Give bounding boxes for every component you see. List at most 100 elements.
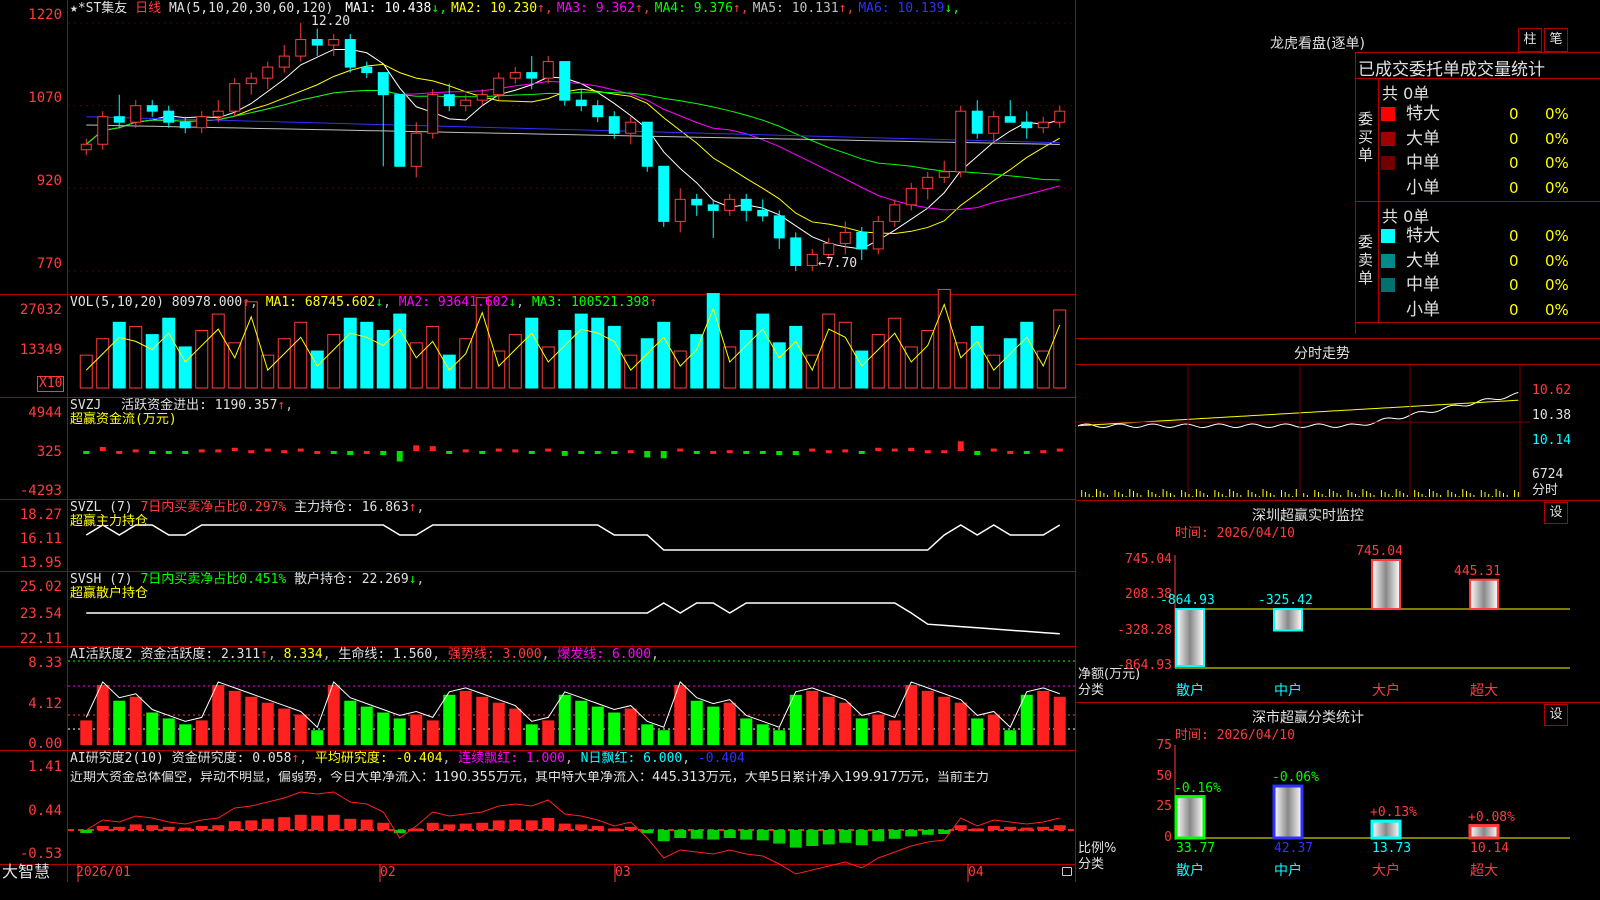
svsh-label2: 散户持仓: 22.269 bbox=[294, 572, 409, 587]
candle-body bbox=[839, 231, 851, 244]
row-name: 特大 bbox=[1406, 226, 1440, 246]
sc-change-label: -0.16% bbox=[1174, 780, 1221, 796]
row-pct: 0% bbox=[1545, 178, 1569, 197]
column-button[interactable]: 柱 bbox=[1518, 28, 1542, 52]
ai2-label3: 连续飘红: 1.000 bbox=[458, 751, 565, 766]
y-tick: 1220 bbox=[28, 7, 62, 23]
ai2-tick: 1.41 bbox=[28, 759, 62, 775]
ai1-label3: 生命线: 1.560 bbox=[338, 647, 433, 662]
svsh-label1: 7日内买卖净占比0.451% bbox=[140, 572, 287, 587]
row-name: 大单 bbox=[1406, 128, 1440, 149]
fundflow-bar bbox=[198, 449, 205, 453]
activity-bar bbox=[360, 706, 373, 745]
sz-settings-button[interactable]: 设 bbox=[1544, 502, 1568, 524]
activity-bar bbox=[311, 730, 324, 745]
ai1-label5: 爆发线: 6.000 bbox=[557, 647, 652, 662]
candle-body bbox=[608, 116, 620, 134]
row-value: 0 bbox=[1509, 105, 1519, 123]
volume-bar bbox=[904, 346, 918, 389]
swatch-sell-rows-2 bbox=[1381, 278, 1395, 292]
row-pct: 0% bbox=[1545, 251, 1569, 270]
svsh-title: SVSH (7) bbox=[70, 572, 133, 587]
volume-bar bbox=[723, 346, 737, 389]
candle-body bbox=[757, 209, 769, 217]
volume-bar bbox=[987, 354, 1001, 389]
research-bar bbox=[245, 820, 258, 830]
research-bar bbox=[278, 817, 291, 830]
ma-value-4: MA4: 9.376 bbox=[654, 1, 733, 16]
activity-bar bbox=[558, 694, 571, 745]
main-header: ★*ST集友 日线 MA(5,10,20,30,60,120) MA1: 10.… bbox=[70, 2, 960, 16]
activity-bar bbox=[954, 702, 967, 745]
research-bar bbox=[476, 822, 489, 830]
research-bar bbox=[674, 830, 687, 838]
research-bar bbox=[443, 824, 456, 830]
candle-body bbox=[229, 83, 241, 112]
svzl-label2: 主力持仓: 16.863 bbox=[294, 500, 409, 515]
svsh-sub: 超赢散户持仓 bbox=[70, 586, 149, 601]
research-bar bbox=[294, 814, 307, 830]
x-label: 04 bbox=[968, 865, 984, 880]
volume-bar bbox=[492, 350, 506, 389]
high-annotation: 12.20 bbox=[311, 14, 351, 29]
fundflow-bar bbox=[627, 450, 634, 454]
svzl-title: SVZL (7) bbox=[70, 500, 133, 515]
volume-bar bbox=[162, 317, 176, 389]
research-bar bbox=[146, 825, 159, 830]
volume-bar bbox=[145, 334, 159, 389]
fundflow-bar bbox=[561, 451, 568, 456]
research-bar bbox=[723, 830, 736, 838]
activity-bar bbox=[1004, 730, 1017, 745]
research-bar bbox=[509, 819, 522, 830]
activity-bar bbox=[789, 694, 802, 745]
sc-change-label: -0.06% bbox=[1272, 770, 1319, 786]
activity-bar bbox=[608, 712, 621, 745]
period-label[interactable]: 日线 bbox=[135, 1, 161, 16]
tick-button[interactable]: 笔 bbox=[1544, 28, 1568, 52]
row-value: 0 bbox=[1509, 154, 1519, 172]
fundflow-bar bbox=[693, 451, 700, 454]
research-bar bbox=[921, 830, 934, 835]
ai1-label2: 8.334 bbox=[283, 647, 323, 662]
swatch-buy-rows-0 bbox=[1381, 107, 1395, 121]
ai2-label1: 资金研究度: 0.058 bbox=[171, 751, 292, 766]
fundflow-bar bbox=[182, 451, 189, 454]
volume-bar bbox=[442, 354, 456, 389]
research-bar bbox=[591, 826, 604, 830]
swatch-buy-rows-3 bbox=[1381, 180, 1395, 195]
rp-sep bbox=[1355, 52, 1600, 53]
activity-bar bbox=[278, 708, 291, 745]
sc-bar bbox=[1370, 819, 1402, 840]
candle-body bbox=[823, 242, 835, 255]
activity-bar bbox=[96, 684, 109, 745]
candle-body bbox=[955, 110, 967, 173]
row-name: 小单 bbox=[1406, 299, 1440, 320]
y-tick: 920 bbox=[36, 173, 62, 189]
rp-sep bbox=[1076, 338, 1600, 339]
research-bar bbox=[872, 830, 885, 842]
lock-icon[interactable] bbox=[1062, 867, 1072, 876]
sc-settings-button[interactable]: 设 bbox=[1544, 704, 1568, 726]
research-bar bbox=[113, 826, 126, 830]
vol-tick: 13349 bbox=[19, 342, 62, 358]
activity-bar bbox=[377, 712, 390, 745]
candle-body bbox=[130, 105, 142, 123]
fundflow-bar bbox=[396, 451, 403, 462]
y-tick: 770 bbox=[36, 256, 62, 272]
fundflow-bar bbox=[380, 451, 387, 456]
row-value: 0 bbox=[1509, 227, 1519, 245]
candle-body bbox=[724, 198, 736, 211]
fundflow-bar bbox=[149, 451, 156, 454]
volume-bar bbox=[277, 338, 291, 389]
activity-bar bbox=[393, 718, 406, 745]
volume-bar bbox=[574, 313, 588, 389]
volume-bar bbox=[1053, 309, 1067, 389]
svsh-header: SVSH (7) 7日内买卖净占比0.451% 散户持仓: 22.269↓, bbox=[70, 572, 425, 587]
candle-body bbox=[526, 72, 538, 79]
research-bar bbox=[855, 830, 868, 846]
activity-bar bbox=[723, 702, 736, 745]
sz-category: 中户 bbox=[1274, 683, 1302, 699]
research-bar bbox=[492, 820, 505, 830]
row-name: 特大 bbox=[1406, 104, 1440, 124]
candle-body bbox=[773, 215, 785, 239]
